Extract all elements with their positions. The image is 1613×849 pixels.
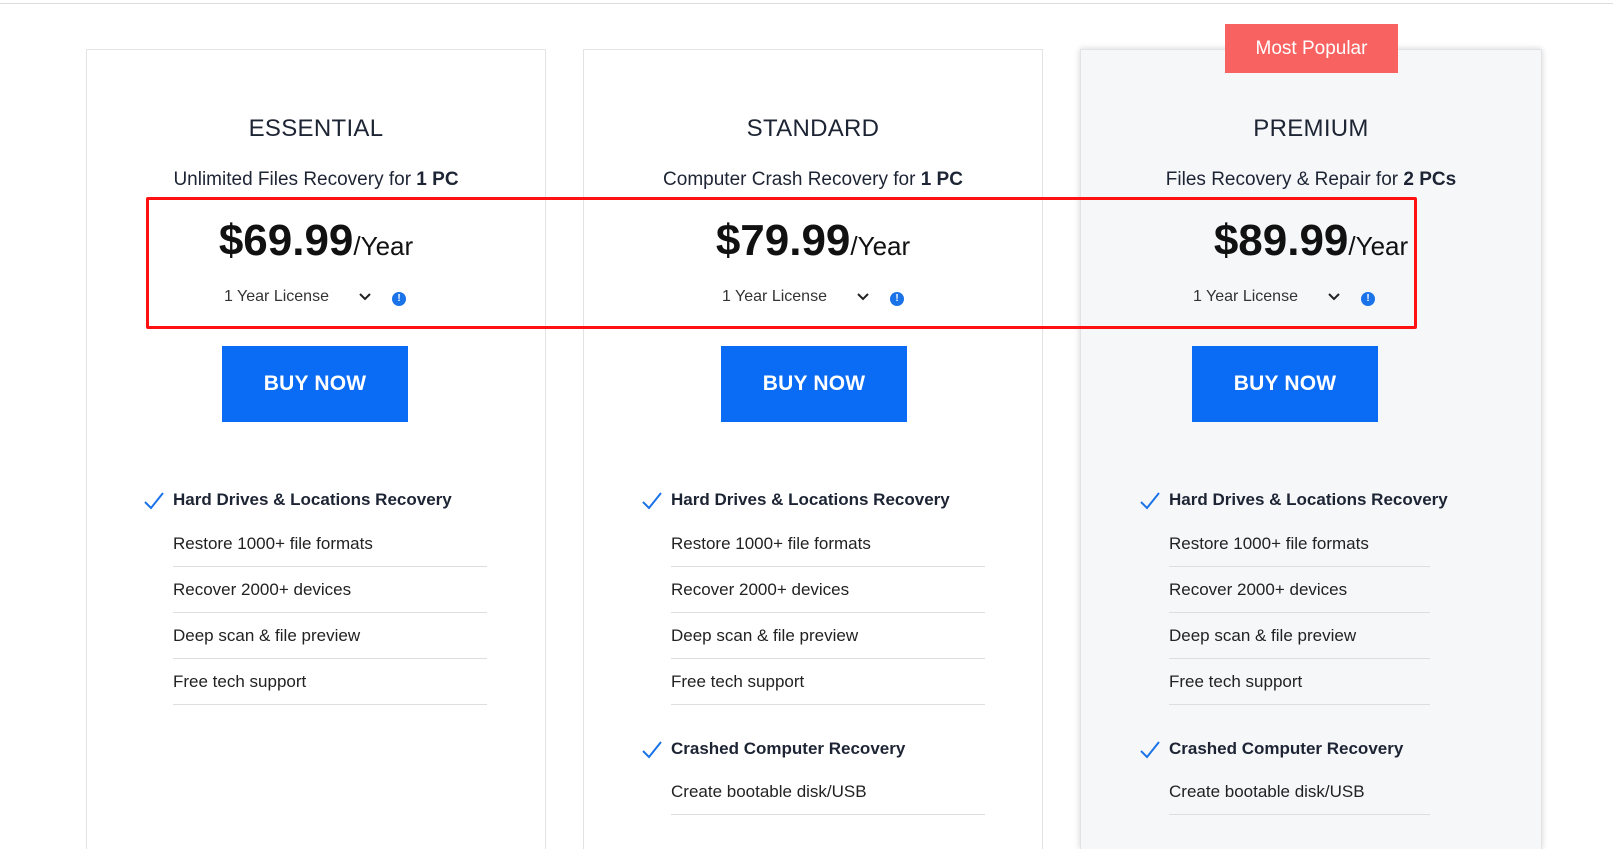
feature-item: Free tech support bbox=[1169, 659, 1430, 705]
feature-item: Restore 1000+ file formats bbox=[173, 521, 487, 567]
plan-card-standard: STANDARD Computer Crash Recovery for 1 P… bbox=[583, 49, 1043, 849]
feature-heading: Hard Drives & Locations Recovery bbox=[1169, 490, 1448, 509]
most-popular-badge: Most Popular bbox=[1225, 24, 1398, 73]
feature-item: Deep scan & file preview bbox=[1169, 613, 1430, 659]
feature-item: Deep scan & file preview bbox=[173, 613, 487, 659]
feature-item: Recover 2000+ devices bbox=[173, 567, 487, 613]
plan-title: PREMIUM bbox=[1253, 115, 1369, 142]
plan-subtitle: Files Recovery & Repair for 2 PCs bbox=[1165, 169, 1457, 190]
feature-item: Deep scan & file preview bbox=[671, 613, 985, 659]
highlight-annotation-box bbox=[146, 197, 1417, 329]
feature-item: Create bootable disk/USB bbox=[671, 769, 985, 815]
buy-now-button[interactable]: BUY NOW bbox=[222, 346, 408, 422]
feature-heading: Crashed Computer Recovery bbox=[671, 739, 906, 758]
feature-heading: Crashed Computer Recovery bbox=[1169, 739, 1404, 758]
feature-item: Free tech support bbox=[671, 659, 985, 705]
check-icon bbox=[1140, 741, 1160, 759]
buy-now-button[interactable]: BUY NOW bbox=[1192, 346, 1378, 422]
feature-item: Recover 2000+ devices bbox=[671, 567, 985, 613]
check-icon bbox=[642, 492, 662, 510]
buy-now-button[interactable]: BUY NOW bbox=[721, 346, 907, 422]
plan-subtitle: Unlimited Files Recovery for 1 PC bbox=[173, 169, 459, 190]
plan-card-premium: PREMIUM Files Recovery & Repair for 2 PC… bbox=[1080, 49, 1542, 849]
feature-item: Free tech support bbox=[173, 659, 487, 705]
feature-item: Restore 1000+ file formats bbox=[1169, 521, 1430, 567]
top-divider bbox=[0, 3, 1613, 4]
plan-title: STANDARD bbox=[746, 115, 880, 142]
check-icon bbox=[642, 741, 662, 759]
plan-card-essential: ESSENTIAL Unlimited Files Recovery for 1… bbox=[86, 49, 546, 849]
feature-item: Create bootable disk/USB bbox=[1169, 769, 1430, 815]
check-icon bbox=[144, 492, 164, 510]
plan-subtitle: Computer Crash Recovery for 1 PC bbox=[663, 169, 963, 190]
feature-item: Restore 1000+ file formats bbox=[671, 521, 985, 567]
feature-heading: Hard Drives & Locations Recovery bbox=[173, 490, 452, 509]
feature-heading: Hard Drives & Locations Recovery bbox=[671, 490, 950, 509]
plan-title: ESSENTIAL bbox=[248, 115, 384, 142]
feature-item: Recover 2000+ devices bbox=[1169, 567, 1430, 613]
check-icon bbox=[1140, 492, 1160, 510]
